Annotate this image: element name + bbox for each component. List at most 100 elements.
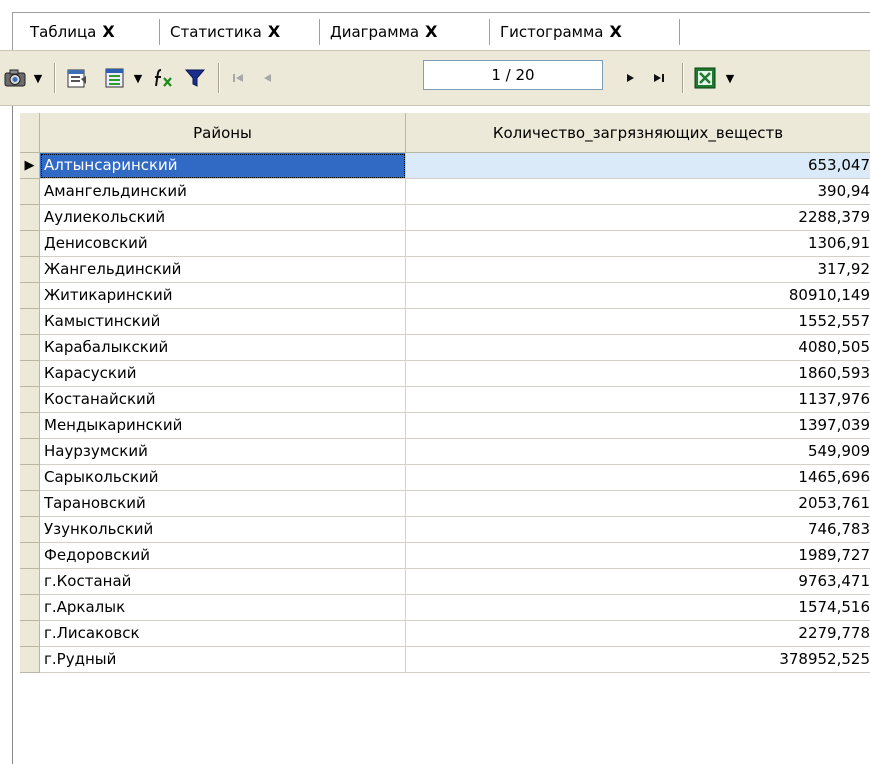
row-selector[interactable]: [20, 621, 40, 647]
excel-export-icon[interactable]: [692, 65, 718, 91]
table-row[interactable]: г.Костанай 9763,471: [0, 569, 870, 595]
cell-pollutant-amount[interactable]: 653,047: [406, 153, 870, 179]
table-row[interactable]: Узункольский 746,783: [0, 517, 870, 543]
row-selector[interactable]: [20, 439, 40, 465]
cell-pollutant-amount[interactable]: 1306,91: [406, 231, 870, 257]
cell-district[interactable]: Костанайский: [40, 387, 406, 413]
filter-icon[interactable]: [182, 65, 208, 91]
table-row[interactable]: г.Аркалык 1574,516: [0, 595, 870, 621]
row-selector[interactable]: [20, 335, 40, 361]
cell-district[interactable]: Алтынсаринский: [40, 153, 406, 179]
cell-district[interactable]: Амангельдинский: [40, 179, 406, 205]
function-fx-icon[interactable]: [150, 65, 176, 91]
table-row[interactable]: Денисовский 1306,91: [0, 231, 870, 257]
cell-district[interactable]: Аулиекольский: [40, 205, 406, 231]
column-header-districts[interactable]: Районы: [40, 113, 406, 153]
row-selector[interactable]: [20, 569, 40, 595]
snapshot-dropdown-caret-icon[interactable]: ▼: [30, 69, 46, 87]
row-selector[interactable]: ▶: [20, 153, 40, 179]
cell-pollutant-amount[interactable]: 1465,696: [406, 465, 870, 491]
row-selector[interactable]: [20, 361, 40, 387]
table-row[interactable]: Тарановский 2053,761: [0, 491, 870, 517]
cell-district[interactable]: г.Аркалык: [40, 595, 406, 621]
cell-district[interactable]: Денисовский: [40, 231, 406, 257]
cell-district[interactable]: Сарыкольский: [40, 465, 406, 491]
row-selector[interactable]: [20, 257, 40, 283]
table-row[interactable]: Жангельдинский 317,92: [0, 257, 870, 283]
row-selector[interactable]: [20, 231, 40, 257]
cell-pollutant-amount[interactable]: 2053,761: [406, 491, 870, 517]
table-row[interactable]: Карасуский 1860,593: [0, 361, 870, 387]
tab-table-close-icon[interactable]: X: [102, 22, 114, 41]
first-record-icon[interactable]: [226, 65, 252, 91]
tab-histogram-close-icon[interactable]: X: [609, 22, 621, 41]
snapshot-camera-icon[interactable]: [2, 65, 28, 91]
cell-district[interactable]: Жангельдинский: [40, 257, 406, 283]
row-selector[interactable]: [20, 283, 40, 309]
tab-chart[interactable]: Диаграмма X: [320, 13, 490, 50]
column-header-pollutants[interactable]: Количество_загрязняющих_веществ: [406, 113, 870, 153]
cell-pollutant-amount[interactable]: 2279,778: [406, 621, 870, 647]
cell-pollutant-amount[interactable]: 1137,976: [406, 387, 870, 413]
row-selector[interactable]: [20, 205, 40, 231]
cell-district[interactable]: Узункольский: [40, 517, 406, 543]
cell-pollutant-amount[interactable]: 378952,525: [406, 647, 870, 673]
table-row[interactable]: Карабалыкский 4080,505: [0, 335, 870, 361]
table-row[interactable]: Камыстинский 1552,557: [0, 309, 870, 335]
cell-district[interactable]: Камыстинский: [40, 309, 406, 335]
tab-statistics[interactable]: Статистика X: [160, 13, 320, 50]
tab-statistics-close-icon[interactable]: X: [268, 22, 280, 41]
row-selector[interactable]: [20, 465, 40, 491]
row-selector[interactable]: [20, 543, 40, 569]
cell-district[interactable]: г.Костанай: [40, 569, 406, 595]
table-row[interactable]: ▶ Алтынсаринский 653,047: [0, 153, 870, 179]
table-row[interactable]: Наурзумский 549,909: [0, 439, 870, 465]
table-row[interactable]: Мендыкаринский 1397,039: [0, 413, 870, 439]
cell-district[interactable]: Житикаринский: [40, 283, 406, 309]
cell-district[interactable]: Тарановский: [40, 491, 406, 517]
cell-pollutant-amount[interactable]: 9763,471: [406, 569, 870, 595]
grid-form-icon[interactable]: [102, 65, 128, 91]
cell-district[interactable]: г.Рудный: [40, 647, 406, 673]
excel-export-dropdown-caret-icon[interactable]: ▼: [722, 69, 738, 87]
row-selector[interactable]: [20, 517, 40, 543]
table-row[interactable]: г.Рудный 378952,525: [0, 647, 870, 673]
next-record-icon[interactable]: [618, 65, 644, 91]
cell-pollutant-amount[interactable]: 4080,505: [406, 335, 870, 361]
cell-district[interactable]: Федоровский: [40, 543, 406, 569]
properties-icon[interactable]: [64, 65, 90, 91]
table-row[interactable]: Сарыкольский 1465,696: [0, 465, 870, 491]
row-selector[interactable]: [20, 595, 40, 621]
tab-histogram[interactable]: Гистограмма X: [490, 13, 680, 50]
cell-district[interactable]: Карасуский: [40, 361, 406, 387]
table-row[interactable]: Костанайский 1137,976: [0, 387, 870, 413]
cell-district[interactable]: Карабалыкский: [40, 335, 406, 361]
table-row[interactable]: г.Лисаковск 2279,778: [0, 621, 870, 647]
cell-pollutant-amount[interactable]: 549,909: [406, 439, 870, 465]
previous-record-icon[interactable]: [254, 65, 280, 91]
cell-pollutant-amount[interactable]: 1574,516: [406, 595, 870, 621]
table-row[interactable]: Амангельдинский 390,94: [0, 179, 870, 205]
record-position-field[interactable]: 1 / 20: [423, 60, 603, 90]
cell-district[interactable]: Наурзумский: [40, 439, 406, 465]
cell-pollutant-amount[interactable]: 746,783: [406, 517, 870, 543]
cell-district[interactable]: Мендыкаринский: [40, 413, 406, 439]
cell-pollutant-amount[interactable]: 317,92: [406, 257, 870, 283]
cell-pollutant-amount[interactable]: 80910,149: [406, 283, 870, 309]
cell-pollutant-amount[interactable]: 2288,379: [406, 205, 870, 231]
cell-pollutant-amount[interactable]: 1860,593: [406, 361, 870, 387]
row-selector[interactable]: [20, 309, 40, 335]
cell-pollutant-amount[interactable]: 1552,557: [406, 309, 870, 335]
tab-chart-close-icon[interactable]: X: [425, 22, 437, 41]
cell-pollutant-amount[interactable]: 390,94: [406, 179, 870, 205]
row-selector[interactable]: [20, 179, 40, 205]
table-row[interactable]: Федоровский 1989,727: [0, 543, 870, 569]
cell-pollutant-amount[interactable]: 1397,039: [406, 413, 870, 439]
row-selector[interactable]: [20, 387, 40, 413]
table-row[interactable]: Житикаринский 80910,149: [0, 283, 870, 309]
row-selector[interactable]: [20, 491, 40, 517]
grid-form-dropdown-caret-icon[interactable]: ▼: [130, 69, 146, 87]
table-row[interactable]: Аулиекольский 2288,379: [0, 205, 870, 231]
cell-pollutant-amount[interactable]: 1989,727: [406, 543, 870, 569]
row-selector[interactable]: [20, 647, 40, 673]
